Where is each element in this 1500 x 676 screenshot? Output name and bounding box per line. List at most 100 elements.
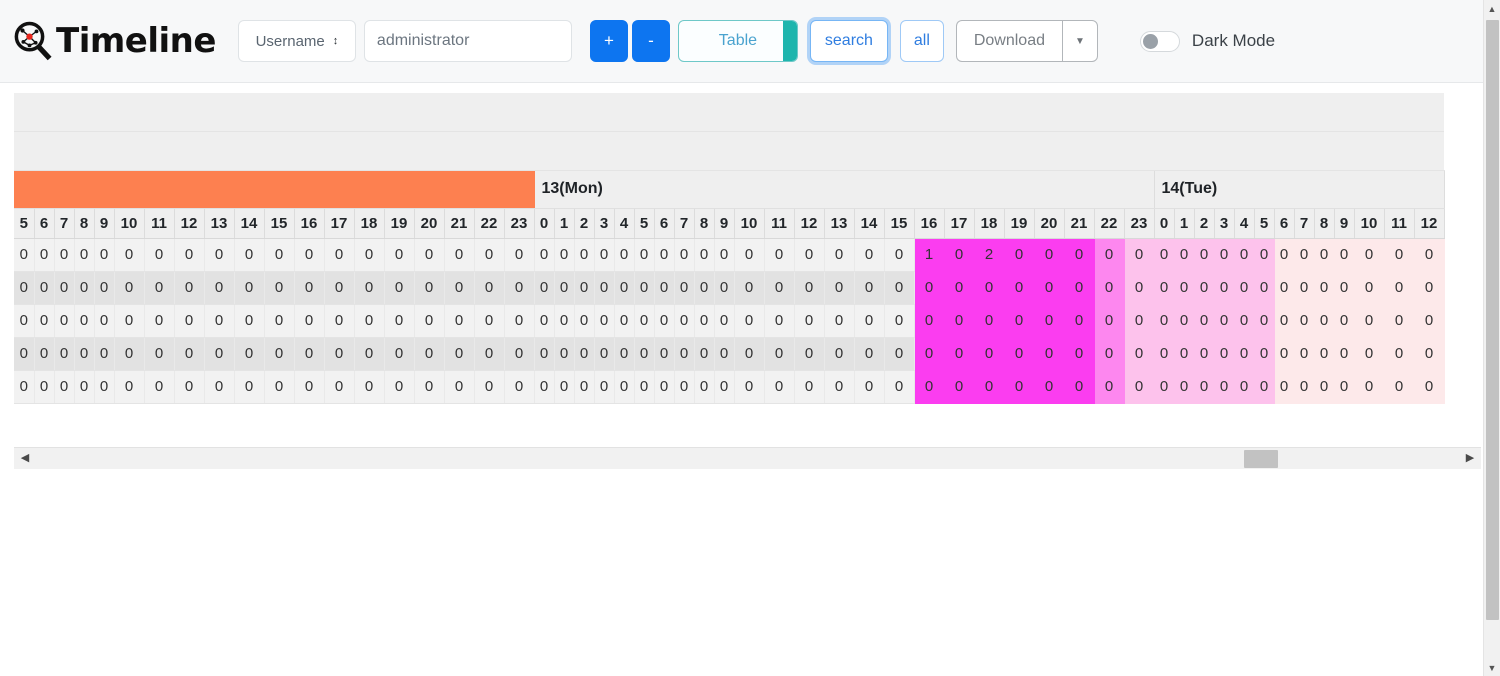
hour-header-cell[interactable]: 0 [1154,208,1175,239]
heatmap-cell[interactable]: 0 [574,304,595,338]
heatmap-cell[interactable]: 0 [1034,370,1065,404]
heatmap-cell[interactable]: 0 [34,271,55,305]
heatmap-cell[interactable]: 0 [944,370,975,404]
heatmap-cell[interactable]: 0 [714,337,735,371]
heatmap-cell[interactable]: 0 [734,271,765,305]
heatmap-cell[interactable]: 0 [694,238,715,272]
heatmap-cell[interactable]: 0 [824,271,855,305]
heatmap-cell[interactable]: 0 [764,337,795,371]
heatmap-cell[interactable]: 0 [554,337,575,371]
heatmap-cell[interactable]: 0 [1234,304,1255,338]
heatmap-cell[interactable]: 0 [384,370,415,404]
hour-header-cell[interactable]: 2 [574,208,595,239]
heatmap-cell[interactable]: 0 [534,271,555,305]
heatmap-cell[interactable]: 0 [1174,238,1195,272]
heatmap-cell[interactable]: 0 [1354,337,1385,371]
heatmap-cell[interactable]: 0 [944,337,975,371]
heatmap-cell[interactable]: 0 [384,271,415,305]
heatmap-cell[interactable]: 0 [554,304,575,338]
heatmap-cell[interactable]: 0 [54,238,75,272]
heatmap-cell[interactable]: 0 [974,370,1005,404]
heatmap-cell[interactable]: 0 [144,370,175,404]
hour-header-cell[interactable]: 7 [674,208,695,239]
table-row[interactable]: 0000000000000000000000000000000000000000… [14,271,1445,305]
hour-header-cell[interactable]: 22 [1094,208,1125,239]
heatmap-cell[interactable]: 0 [1354,238,1385,272]
heatmap-cell[interactable]: 0 [14,304,35,338]
heatmap-cell[interactable]: 0 [614,370,635,404]
heatmap-cell[interactable]: 0 [1294,271,1315,305]
heatmap-cell[interactable]: 0 [204,238,235,272]
heatmap-cell[interactable]: 0 [14,238,35,272]
heatmap-cell[interactable]: 0 [974,271,1005,305]
hour-header-cell[interactable]: 19 [1004,208,1035,239]
triangle-left-icon[interactable]: ◀ [14,453,36,464]
hour-header-cell[interactable]: 3 [1214,208,1235,239]
heatmap-cell[interactable]: 0 [74,238,95,272]
heatmap-cell[interactable]: 0 [1274,271,1295,305]
heatmap-cell[interactable]: 0 [444,238,475,272]
heatmap-cell[interactable]: 0 [1194,238,1215,272]
heatmap-cell[interactable]: 0 [264,271,295,305]
hour-header-cell[interactable]: 9 [94,208,115,239]
heatmap-cell[interactable]: 0 [1354,370,1385,404]
heatmap-cell[interactable]: 0 [324,370,355,404]
heatmap-cell[interactable]: 0 [1154,370,1175,404]
heatmap-cell[interactable]: 0 [1004,337,1035,371]
all-button[interactable]: all [899,20,944,62]
heatmap-cell[interactable]: 0 [264,337,295,371]
heatmap-cell[interactable]: 0 [414,337,445,371]
heatmap-cell[interactable]: 0 [534,337,555,371]
heatmap-cell[interactable]: 0 [1004,370,1035,404]
heatmap-cell[interactable]: 0 [824,304,855,338]
heatmap-cell[interactable]: 0 [14,370,35,404]
heatmap-cell[interactable]: 0 [1034,238,1065,272]
hour-header-cell[interactable]: 9 [714,208,735,239]
hour-header-cell[interactable]: 6 [654,208,675,239]
hour-header-cell[interactable]: 21 [444,208,475,239]
heatmap-cell[interactable]: 0 [34,238,55,272]
hour-header-cell[interactable]: 12 [794,208,825,239]
heatmap-cell[interactable]: 1 [914,238,945,272]
heatmap-cell[interactable]: 0 [474,370,505,404]
heatmap-cell[interactable]: 0 [654,304,675,338]
heatmap-cell[interactable]: 0 [1254,370,1275,404]
heatmap-cell[interactable]: 0 [1334,271,1355,305]
heatmap-cell[interactable]: 0 [1034,271,1065,305]
chevron-down-icon[interactable]: ▼ [1061,20,1098,62]
heatmap-cell[interactable]: 0 [1154,337,1175,371]
heatmap-cell[interactable]: 0 [114,271,145,305]
heatmap-cell[interactable]: 0 [764,370,795,404]
heatmap-cell[interactable]: 0 [854,238,885,272]
heatmap-cell[interactable]: 0 [384,238,415,272]
heatmap-cell[interactable]: 0 [324,304,355,338]
hour-header-cell[interactable]: 11 [1384,208,1415,239]
heatmap-cell[interactable]: 0 [614,238,635,272]
timeline-heatmap[interactable]: 13(Mon) 14(Tue) 5 6 7 8 9 10 11 12 13 14 15 16 17 18 19 2… [14,93,1481,473]
hour-header-cell[interactable]: 23 [504,208,535,239]
heatmap-cell[interactable]: 0 [1064,304,1095,338]
heatmap-cell[interactable]: 0 [654,370,675,404]
heatmap-cell[interactable]: 0 [384,337,415,371]
heatmap-cell[interactable]: 0 [1194,337,1215,371]
heatmap-cell[interactable]: 0 [94,271,115,305]
heatmap-cell[interactable]: 0 [504,304,535,338]
heatmap-cell[interactable]: 0 [884,370,915,404]
heatmap-cell[interactable]: 0 [114,238,145,272]
heatmap-cell[interactable]: 0 [294,271,325,305]
heatmap-cell[interactable]: 0 [884,271,915,305]
hour-header-cell[interactable]: 12 [1414,208,1445,239]
heatmap-cell[interactable]: 0 [1314,370,1335,404]
heatmap-cell[interactable]: 0 [204,370,235,404]
hour-header-cell[interactable]: 11 [144,208,175,239]
heatmap-cell[interactable]: 0 [914,370,945,404]
hour-header-cell[interactable]: 20 [1034,208,1065,239]
heatmap-cell[interactable]: 0 [944,304,975,338]
hour-header-cell[interactable]: 5 [1254,208,1275,239]
heatmap-cell[interactable]: 0 [144,337,175,371]
heatmap-cell[interactable]: 0 [574,337,595,371]
heatmap-cell[interactable]: 0 [54,304,75,338]
heatmap-cell[interactable]: 0 [554,271,575,305]
heatmap-cell[interactable]: 0 [204,337,235,371]
heatmap-cell[interactable]: 0 [634,370,655,404]
